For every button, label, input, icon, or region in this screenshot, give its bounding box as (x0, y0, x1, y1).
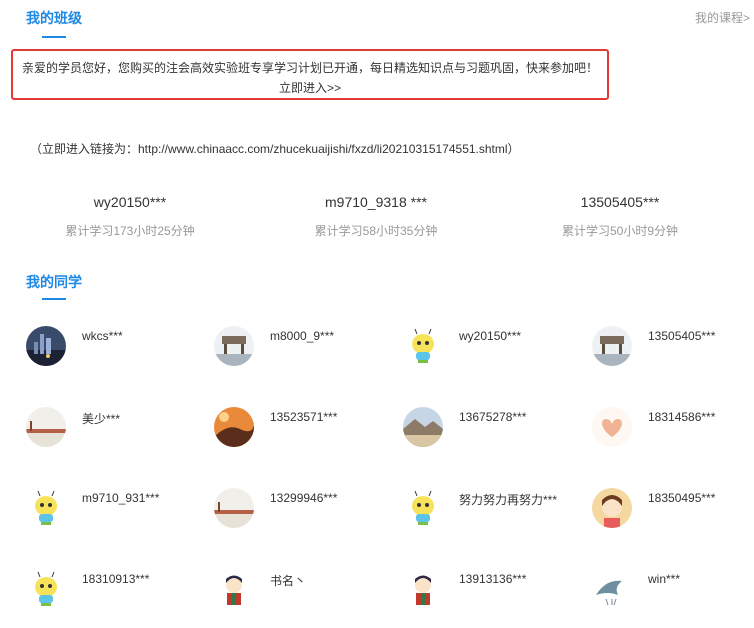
bridge-scene-icon (592, 326, 632, 366)
classmate-name: 13523571*** (270, 410, 338, 424)
learner-name: m9710_9318 *** (325, 194, 427, 210)
page-title: 我的班级 (26, 10, 82, 26)
classmate-name: 18310913*** (82, 572, 150, 586)
learner-time: 累计学习173小时25分钟 (65, 224, 195, 238)
landscape-icon (403, 407, 443, 447)
classmate-item[interactable]: 13299946*** (214, 488, 402, 538)
classmate-item[interactable]: 13523571*** (214, 407, 402, 457)
classmate-item[interactable]: 18310913*** (26, 569, 214, 619)
classmate-name: 13675278*** (459, 410, 527, 424)
classmate-name: 努力努力再努力*** (459, 493, 558, 507)
classmates-title: 我的同学 (26, 274, 82, 290)
enter-now-link[interactable]: 立即进入>> (13, 79, 607, 96)
classmate-item[interactable]: 13505405*** (592, 326, 754, 376)
my-courses-link[interactable]: 我的课程> (695, 9, 750, 26)
classmate-name: m8000_9*** (270, 329, 335, 343)
classmate-name: win*** (648, 572, 681, 586)
cartoon-boy-icon (403, 569, 443, 609)
classmate-item[interactable]: 13913136*** (403, 569, 591, 619)
top-learner-3: 13505405*** 累计学习50小时9分钟 (510, 194, 730, 239)
cartoon-girl-icon (592, 488, 632, 528)
classmate-item[interactable]: wy20150*** (403, 326, 591, 376)
wave-sketch-icon (592, 569, 632, 609)
cartoon-bee-icon (403, 326, 443, 366)
classmate-item[interactable]: 努力努力再努力*** (403, 488, 591, 538)
class-header: 我的班级 我的课程> (0, 0, 754, 40)
bridge-scene-icon (214, 326, 254, 366)
classmate-name: m9710_931*** (82, 491, 160, 505)
heart-hands-icon (592, 407, 632, 447)
lake-scene-icon (26, 407, 66, 447)
classmates-underline (42, 298, 66, 300)
study-plan-notice: 亲爱的学员您好，您购买的注会高效实验班专享学习计划已开通，每日精选知识点与习题巩… (11, 49, 609, 100)
classmate-name: 美少*** (82, 412, 121, 426)
classmate-name: 书名丶 (270, 574, 307, 588)
cartoon-bee-icon (26, 488, 66, 528)
notice-message: 亲爱的学员您好，您购买的注会高效实验班专享学习计划已开通，每日精选知识点与习题巩… (21, 61, 598, 75)
classmate-name: 18314586*** (648, 410, 716, 424)
top-learner-1: wy20150*** 累计学习173小时25分钟 (20, 194, 240, 239)
classmate-item[interactable]: m8000_9*** (214, 326, 402, 376)
classmate-item[interactable]: 18314586*** (592, 407, 754, 457)
lake-scene-icon (214, 488, 254, 528)
classmate-name: 13913136*** (459, 572, 527, 586)
cartoon-bee-icon (403, 488, 443, 528)
classmate-item[interactable]: 18350495*** (592, 488, 754, 538)
classmate-item[interactable]: wkcs*** (26, 326, 214, 376)
classmate-item[interactable]: m9710_931*** (26, 488, 214, 538)
classmate-item[interactable]: 书名丶 (214, 569, 402, 619)
night-city-icon (26, 326, 66, 366)
cartoon-boy-icon (214, 569, 254, 609)
classmate-name: 13299946*** (270, 491, 338, 505)
learner-time: 累计学习58小时35分钟 (314, 224, 438, 238)
classmate-name: 18350495*** (648, 491, 716, 505)
classmate-name: wy20150*** (459, 329, 522, 343)
learner-time: 累计学习50小时9分钟 (561, 224, 679, 238)
learner-name: 13505405*** (580, 194, 660, 210)
orange-sunset-icon (214, 407, 254, 447)
classmate-name: wkcs*** (82, 329, 123, 343)
top-learner-2: m9710_9318 *** 累计学习58小时35分钟 (266, 194, 486, 239)
classmate-item[interactable]: 13675278*** (403, 407, 591, 457)
classmate-name: 13505405*** (648, 329, 716, 343)
title-underline (42, 36, 66, 38)
cartoon-bee-icon (26, 569, 66, 609)
learner-name: wy20150*** (93, 194, 167, 210)
link-note: （立即进入链接为：http://www.chinaacc.com/zhuceku… (30, 142, 520, 156)
classmate-item[interactable]: win*** (592, 569, 754, 619)
classmate-item[interactable]: 美少*** (26, 407, 214, 457)
